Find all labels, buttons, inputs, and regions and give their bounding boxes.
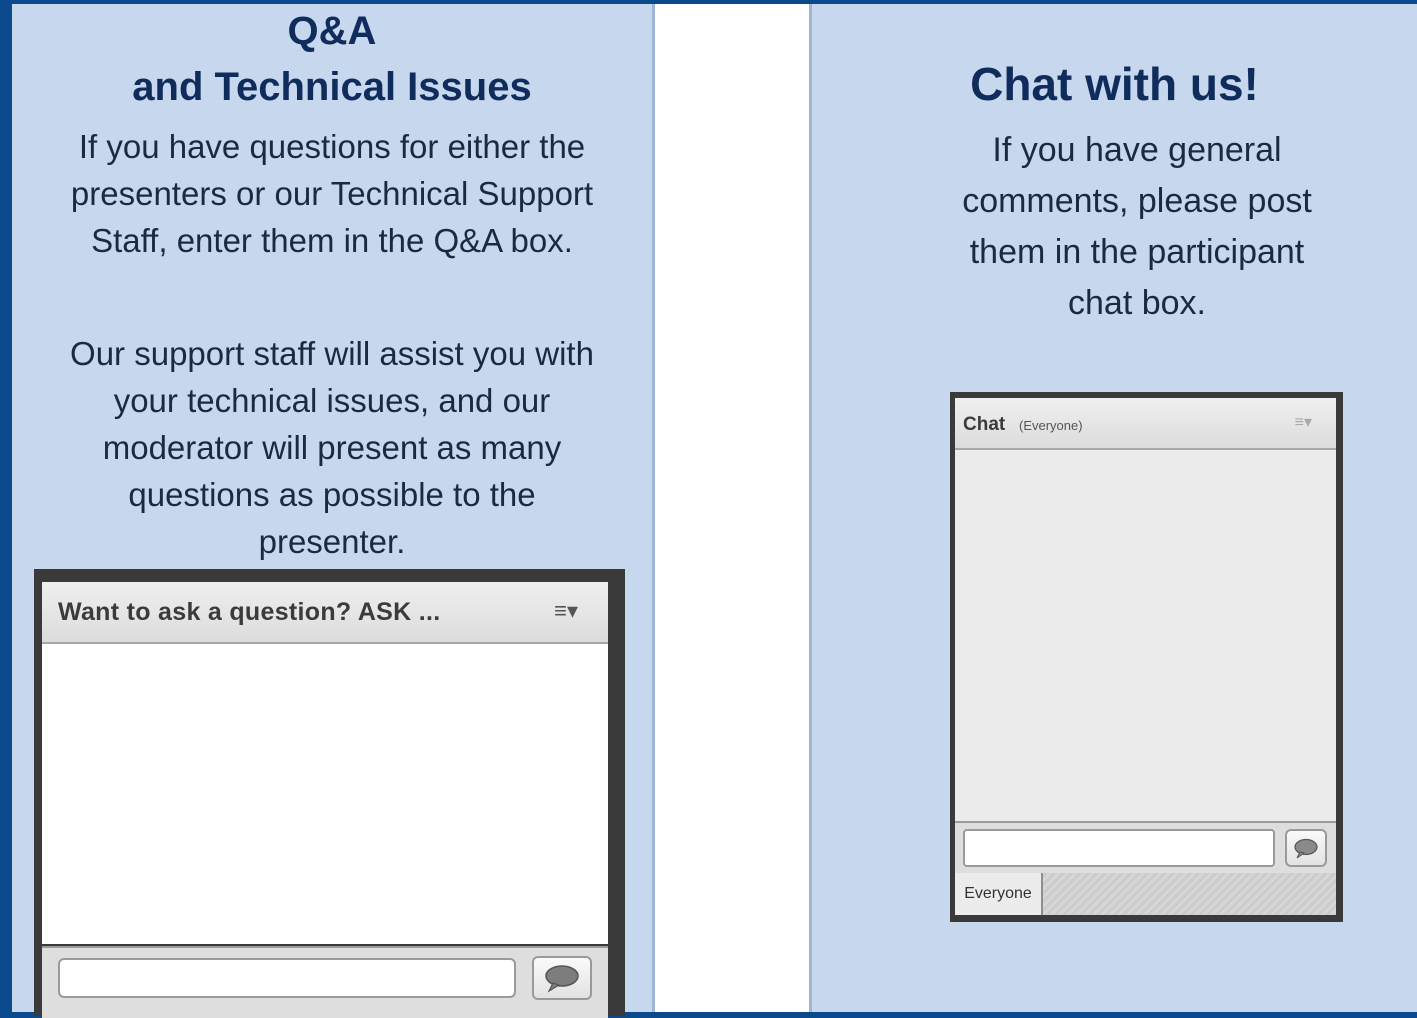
center-gap [655, 4, 809, 1012]
speech-bubble-icon [545, 965, 579, 993]
chat-scope-label: (Everyone) [1019, 418, 1083, 433]
chat-instructions-line: them in the participant [969, 233, 1305, 271]
chat-instructions-line: If you have general [992, 131, 1282, 169]
qa-pod: Want to ask a question? ASK ... ≡▾ [34, 569, 625, 1018]
chat-input-row [955, 821, 1336, 873]
qa-message-area [42, 644, 608, 944]
chat-pod-header: Chat (Everyone) ≡▾ [955, 398, 1336, 450]
qa-pod-header: Want to ask a question? ASK ... ≡▾ [42, 582, 608, 644]
support-staff-paragraph: Our support staff will assist you with y… [12, 330, 652, 565]
chat-title: Chat with us! [970, 58, 1259, 110]
qa-instructions-line: Staff, enter them in the Q&A box. [91, 222, 573, 259]
menu-list-icon[interactable]: ≡▾ [1295, 412, 1312, 432]
support-staff-line: your technical issues, and our [113, 382, 551, 419]
support-staff-line: questions as possible to the [128, 476, 536, 513]
chat-message-area [955, 450, 1336, 821]
support-staff-line: Our support staff will assist you with [70, 335, 594, 372]
chat-instructions-paragraph: If you have general comments, please pos… [812, 125, 1417, 329]
chat-pod-title: Chat [963, 414, 1006, 435]
support-staff-line: moderator will present as many [102, 429, 562, 466]
qa-instructions-paragraph: If you have questions for either the pre… [12, 123, 652, 264]
question-input[interactable] [58, 958, 516, 998]
qa-subtitle: and Technical Issues [132, 65, 532, 109]
support-staff-line: presenter. [258, 523, 406, 560]
menu-list-icon[interactable]: ≡▾ [554, 598, 578, 624]
speech-bubble-icon [1294, 838, 1318, 859]
qa-title: Q&A [287, 9, 377, 53]
chat-pod-footer: Everyone [955, 873, 1336, 915]
chat-message-input[interactable] [963, 829, 1275, 867]
chat-info-panel: Chat with us! If you have general commen… [812, 4, 1417, 1012]
chat-pod: Chat (Everyone) ≡▾ Everyone [950, 392, 1343, 922]
qa-instructions-line: If you have questions for either the [78, 128, 586, 165]
qa-pod-title: Want to ask a question? ASK ... [58, 598, 441, 626]
send-question-button[interactable] [532, 956, 592, 1000]
qa-pod-footer [42, 946, 608, 1018]
chat-instructions-line: comments, please post [962, 182, 1312, 220]
qa-instructions-line: presenters or our Technical Support [70, 175, 594, 212]
chat-instructions-line: chat box. [1068, 284, 1206, 322]
send-chat-button[interactable] [1285, 829, 1327, 867]
qa-info-panel: Q&A and Technical Issues If you have que… [12, 4, 652, 1018]
recipient-tab-everyone[interactable]: Everyone [955, 873, 1043, 915]
